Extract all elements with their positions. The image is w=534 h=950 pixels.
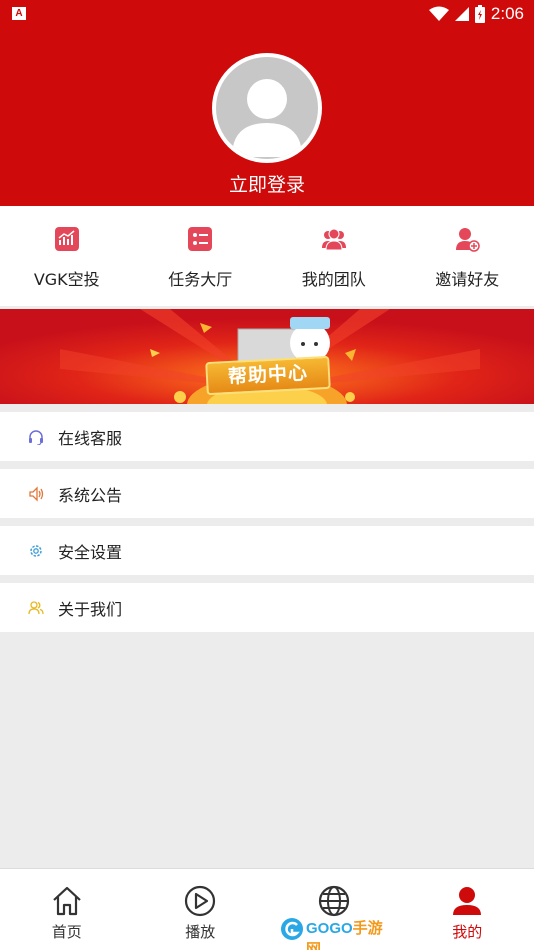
quick-menu-label: VGK空投 bbox=[33, 270, 100, 289]
watermark-text: GOGO手游网 bbox=[306, 917, 384, 950]
quick-menu-item-invite-friends[interactable]: 邀请好友 bbox=[401, 206, 534, 306]
add-friend-icon bbox=[456, 228, 480, 252]
play-icon bbox=[185, 885, 216, 917]
watermark-logo: GOGO手游网 bbox=[280, 916, 384, 950]
menu-item-about-us[interactable]: 关于我们 bbox=[0, 583, 534, 632]
nav-tab-label: 我的 bbox=[452, 923, 483, 941]
users-icon bbox=[28, 601, 44, 615]
chart-icon bbox=[54, 227, 79, 251]
team-icon bbox=[321, 228, 346, 251]
signal-icon bbox=[454, 7, 469, 21]
quick-menu: VGK空投 任务大厅 我的团队 邀请好友 bbox=[0, 206, 534, 306]
nav-tab-play[interactable]: 播放 bbox=[134, 869, 268, 950]
quick-menu-item-my-team[interactable]: 我的团队 bbox=[267, 206, 401, 306]
headset-icon bbox=[29, 430, 43, 445]
watermark-brand: GOGO bbox=[306, 920, 353, 937]
menu-item-system-notice[interactable]: 系统公告 bbox=[0, 469, 534, 518]
quick-menu-item-task-hall[interactable]: 任务大厅 bbox=[134, 206, 268, 306]
globe-icon bbox=[318, 885, 349, 917]
login-link[interactable]: 立即登录 bbox=[0, 170, 534, 197]
person-icon bbox=[453, 887, 482, 915]
quick-menu-label: 任务大厅 bbox=[168, 270, 233, 289]
help-center-banner[interactable]: 帮助中心 bbox=[0, 309, 534, 404]
task-list-icon bbox=[188, 227, 213, 251]
banner-title: 帮助中心 bbox=[205, 355, 331, 396]
nav-tab-label: 播放 bbox=[185, 923, 216, 941]
nav-tab-home[interactable]: 首页 bbox=[0, 869, 134, 950]
avatar[interactable] bbox=[212, 53, 322, 163]
home-icon bbox=[53, 886, 81, 916]
quick-menu-item-airdrop[interactable]: VGK空投 bbox=[0, 206, 134, 306]
menu-item-online-support[interactable]: 在线客服 bbox=[0, 412, 534, 461]
watermark-g-icon bbox=[281, 918, 303, 940]
menu-item-label: 系统公告 bbox=[58, 486, 123, 505]
battery-icon bbox=[474, 5, 485, 23]
quick-menu-label: 我的团队 bbox=[301, 270, 366, 289]
nav-tab-label: 首页 bbox=[51, 923, 82, 941]
menu-item-label: 关于我们 bbox=[58, 600, 123, 619]
nav-tab-mine[interactable]: 我的 bbox=[401, 869, 534, 950]
status-bar: A 2:06 bbox=[0, 0, 534, 28]
quick-menu-label: 邀请好友 bbox=[435, 270, 500, 289]
wifi-icon bbox=[428, 6, 449, 21]
menu-item-label: 在线客服 bbox=[58, 429, 123, 448]
gear-icon bbox=[30, 545, 42, 557]
bottom-nav: 首页 播放 我的 bbox=[0, 868, 534, 950]
notification-badge-icon: A bbox=[12, 7, 26, 20]
status-icons: 2:06 bbox=[428, 3, 524, 25]
speaker-icon bbox=[29, 486, 44, 502]
profile-header: 立即登录 bbox=[0, 28, 534, 206]
clock-time: 2:06 bbox=[490, 4, 524, 23]
menu-item-security-settings[interactable]: 安全设置 bbox=[0, 526, 534, 575]
menu-item-label: 安全设置 bbox=[58, 543, 123, 562]
settings-menu-list: 在线客服 系统公告 安全设置 关于我们 bbox=[0, 412, 534, 640]
user-avatar-icon bbox=[216, 57, 318, 159]
